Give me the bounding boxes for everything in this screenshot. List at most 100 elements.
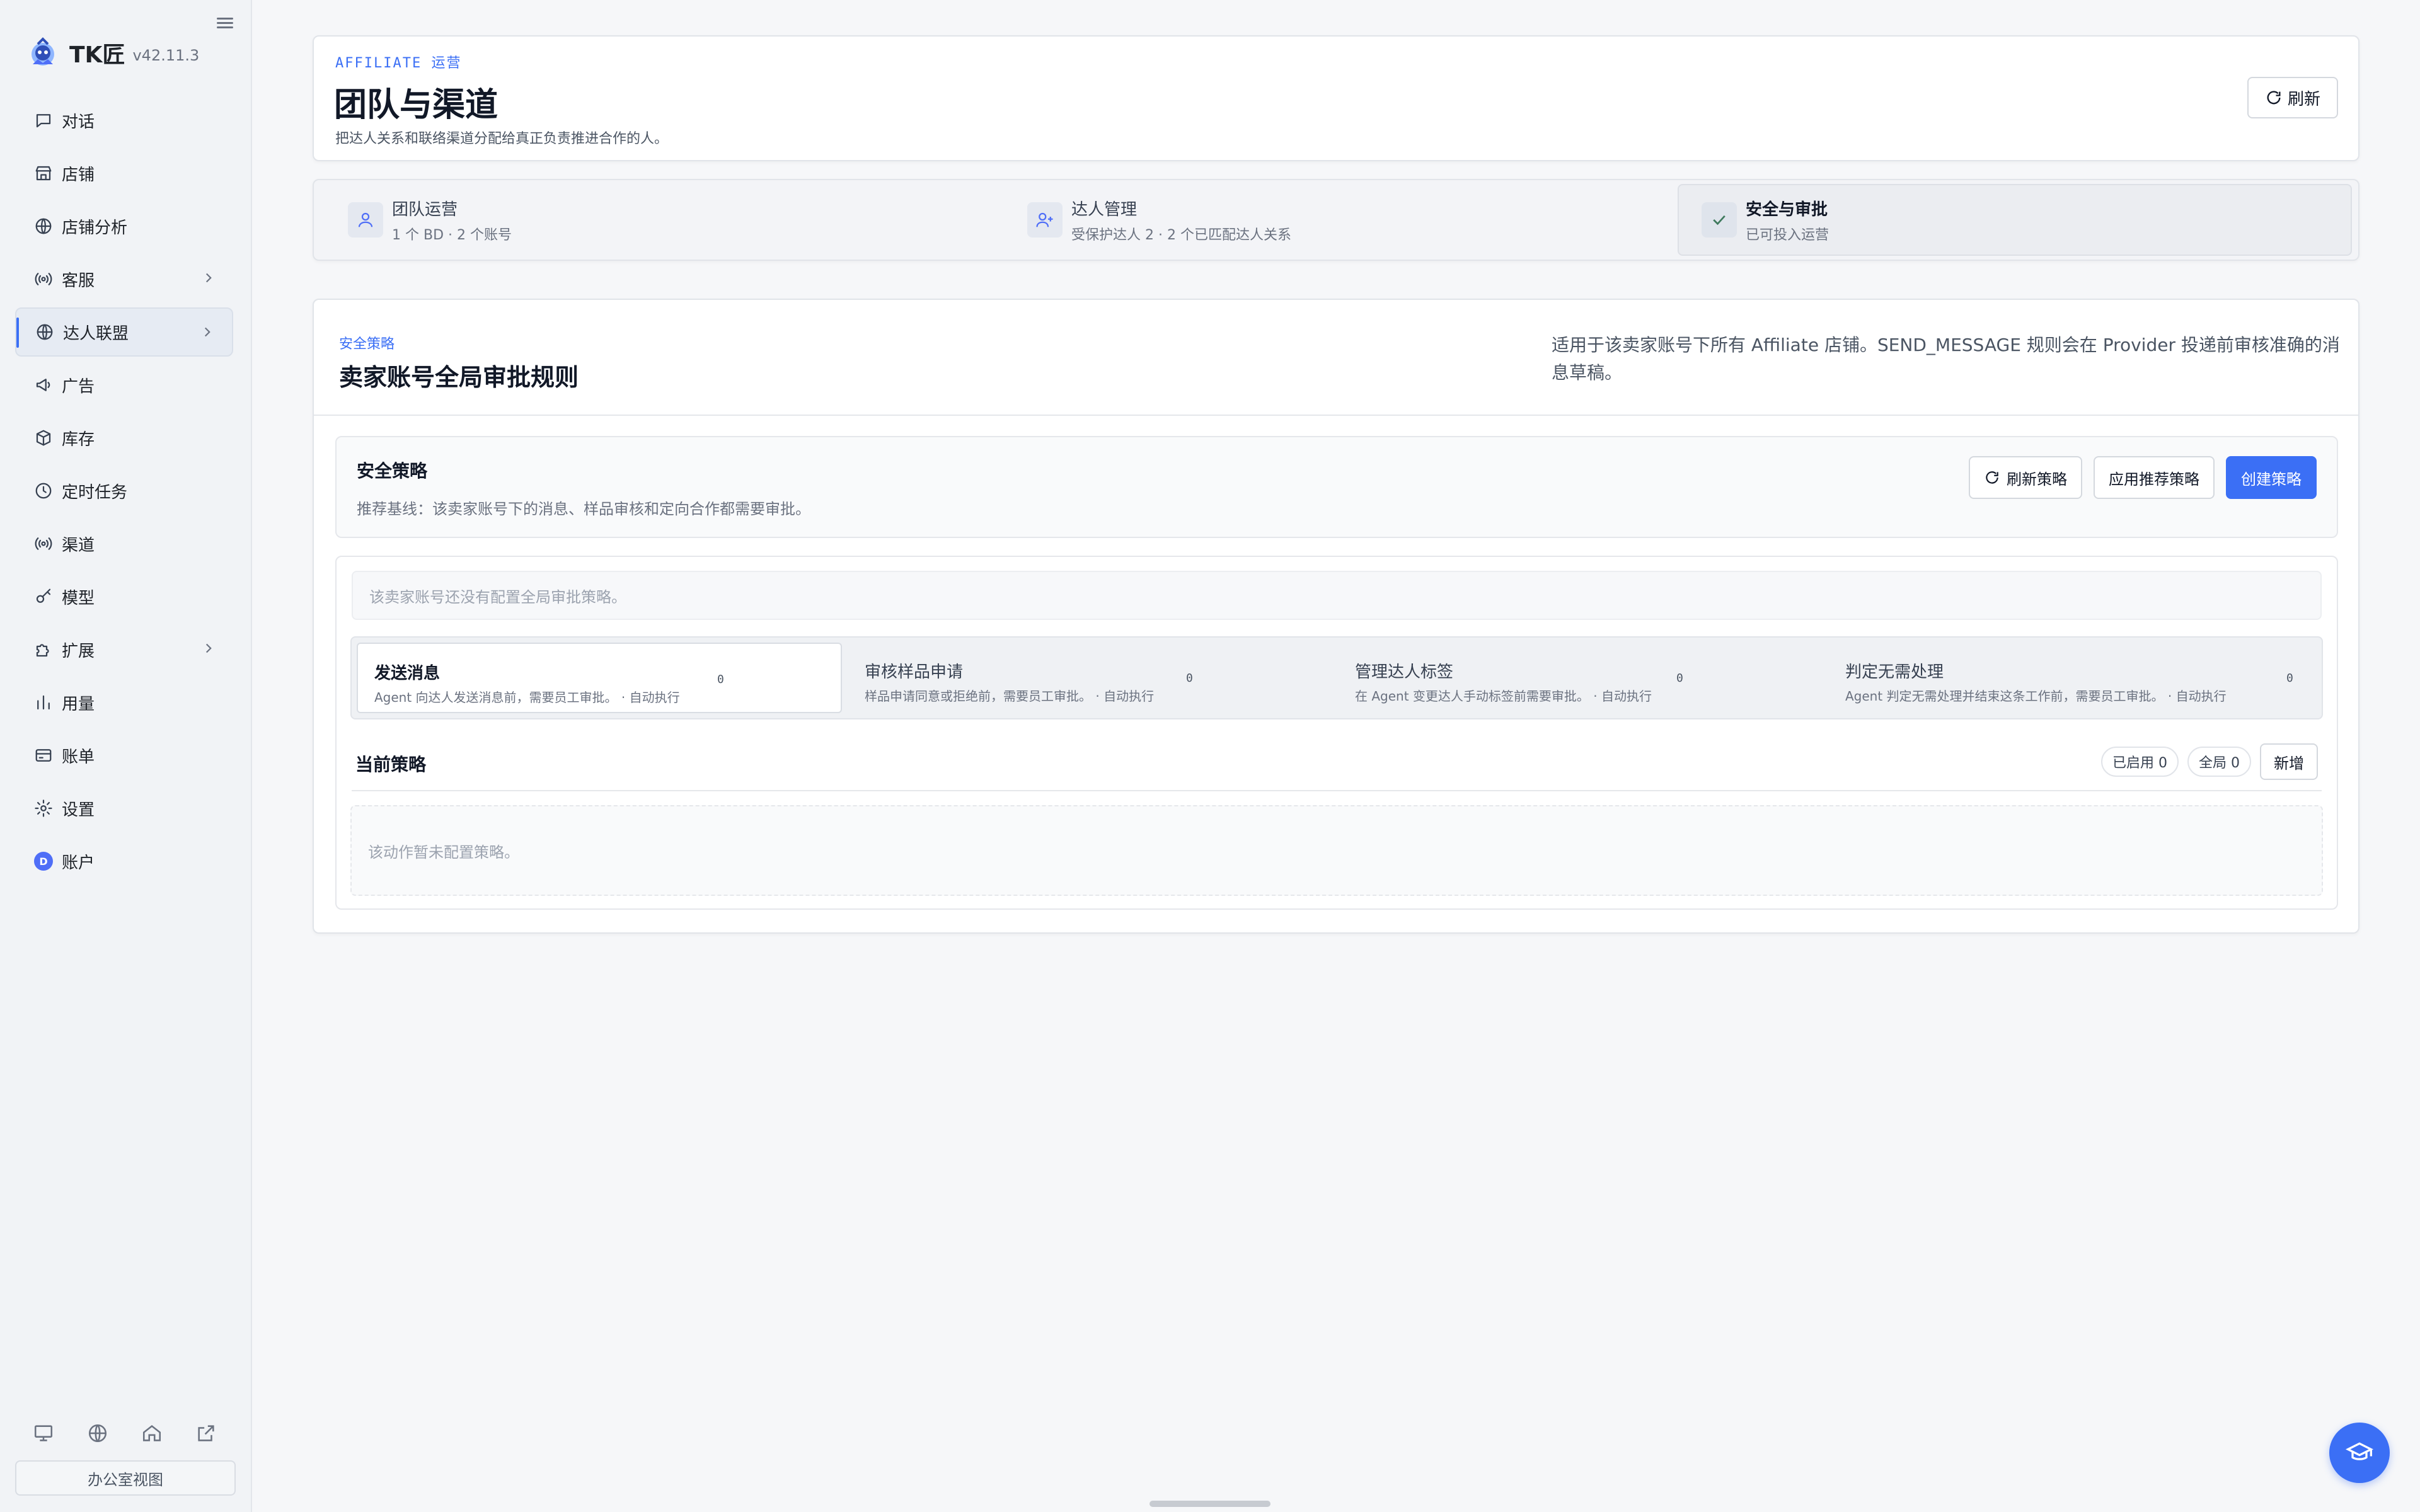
refresh-policy-button[interactable]: 刷新策略 <box>1969 456 2082 499</box>
nav-icon-wrap <box>33 427 54 449</box>
policy-eyebrow: 安全策略 <box>339 336 395 352</box>
clock-icon <box>35 483 52 499</box>
app-window: TK匠 v42.11.3 对话店铺店铺分析客服达人联盟广告库存定时任务渠道模型扩… <box>0 0 2420 1512</box>
sidebar-item-12[interactable]: 账单 <box>15 731 233 780</box>
enabled-count-badge: 已启用 0 <box>2101 747 2179 777</box>
current-policy-controls: 已启用 0 全局 0 新增 <box>2101 743 2318 780</box>
sidebar-item-label: 达人联盟 <box>63 324 129 343</box>
action-count: 0 <box>2286 672 2293 685</box>
step-creator-management[interactable]: 达人管理 受保护达人 2 · 2 个已匹配达人关系 <box>1005 184 1679 256</box>
page-eyebrow: AFFILIATE 运营 <box>335 55 462 71</box>
home-icon[interactable] <box>141 1423 163 1444</box>
action-description: Agent 判定无需处理并结束这条工作前，需要员工审批。 · 自动执行 <box>1845 689 2227 704</box>
section-actions: 刷新策略 应用推荐策略 创建策略 <box>1969 456 2317 499</box>
sidebar-item-label: 设置 <box>62 800 95 820</box>
nav-icon-wrap <box>33 586 54 607</box>
policy-panel: 安全策略 卖家账号全局审批规则 适用于该卖家账号下所有 Affiliate 店铺… <box>313 299 2360 934</box>
section-subtitle: 推荐基线：该卖家账号下的消息、样品审核和定向合作都需要审批。 <box>357 500 810 518</box>
nav-icon-wrap <box>33 798 54 819</box>
refresh-icon <box>2267 91 2281 105</box>
action-title: 管理达人标签 <box>1355 663 1454 682</box>
sidebar-item-label: 对话 <box>62 112 95 132</box>
action-tab-manage-tags[interactable]: 管理达人标签 在 Agent 变更达人手动标签前需要审批。 · 自动执行 0 <box>1339 643 1824 713</box>
horizontal-scrollbar[interactable] <box>1150 1501 1270 1507</box>
check-icon <box>1702 202 1737 238</box>
nav-icon-wrap <box>33 374 54 396</box>
box-icon <box>36 430 51 446</box>
sidebar-item-1[interactable]: 店铺 <box>15 149 233 198</box>
sidebar-item-10[interactable]: 扩展 <box>15 625 233 674</box>
broadcast-icon <box>35 273 52 285</box>
sidebar-item-label: 广告 <box>62 377 95 396</box>
chevron-right-icon <box>205 643 212 653</box>
action-tab-review-sample[interactable]: 审核样品申请 样品申请同意或拒绝前，需要员工审批。 · 自动执行 0 <box>848 643 1334 713</box>
sidebar-collapse-icon[interactable] <box>217 15 233 32</box>
create-policy-button[interactable]: 创建策略 <box>2226 456 2317 499</box>
sidebar-item-2[interactable]: 店铺分析 <box>15 202 233 251</box>
external-link-icon[interactable] <box>195 1423 217 1444</box>
nav-icon-wrap <box>34 321 55 343</box>
action-tab-send-message[interactable]: 发送消息 Agent 向达人发送消息前，需要员工审批。 · 自动执行 0 <box>357 643 842 713</box>
sidebar-item-label: 用量 <box>62 694 95 714</box>
divider <box>352 790 2322 791</box>
add-policy-button[interactable]: 新增 <box>2260 743 2318 780</box>
policy-title: 卖家账号全局审批规则 <box>339 364 579 391</box>
step-subtitle: 受保护达人 2 · 2 个已匹配达人关系 <box>1071 227 1291 243</box>
step-title: 安全与审批 <box>1746 200 1828 219</box>
sidebar: TK匠 v42.11.3 对话店铺店铺分析客服达人联盟广告库存定时任务渠道模型扩… <box>0 0 252 1512</box>
action-count: 0 <box>717 673 724 686</box>
page-subtitle: 把达人关系和联络渠道分配给真正负责推进合作的人。 <box>335 131 669 147</box>
current-policy-title: 当前策略 <box>355 754 427 775</box>
brand-version: v42.11.3 <box>132 47 200 64</box>
sidebar-item-label: 定时任务 <box>62 483 128 502</box>
sidebar-item-11[interactable]: 用量 <box>15 678 233 727</box>
empty-global-notice: 该卖家账号还没有配置全局审批策略。 <box>352 571 2322 620</box>
sidebar-item-4[interactable]: 达人联盟 <box>15 307 233 357</box>
policy-editor: 该卖家账号还没有配置全局审批策略。 发送消息 Agent 向达人发送消息前，需要… <box>335 556 2338 910</box>
refresh-button-label: 刷新 <box>2287 89 2320 109</box>
sidebar-item-9[interactable]: 模型 <box>15 572 233 621</box>
sidebar-item-label: 扩展 <box>62 641 95 661</box>
store-icon <box>35 166 52 181</box>
sidebar-item-label: 店铺分析 <box>62 218 128 238</box>
action-description: 在 Agent 变更达人手动标签前需要审批。 · 自动执行 <box>1355 689 1652 704</box>
monitor-icon[interactable] <box>33 1423 54 1444</box>
nav-icon-wrap <box>33 533 54 554</box>
office-view-button[interactable]: 办公室视图 <box>15 1460 236 1496</box>
avatar: D <box>34 852 53 871</box>
chevron-right-icon <box>204 327 210 337</box>
bar-chart-icon <box>37 695 50 710</box>
page-title: 团队与渠道 <box>334 86 498 124</box>
globe-icon[interactable] <box>87 1423 108 1444</box>
apply-recommended-button[interactable]: 应用推荐策略 <box>2094 456 2215 499</box>
sidebar-item-label: 库存 <box>62 430 95 449</box>
sidebar-item-0[interactable]: 对话 <box>15 96 233 145</box>
brand-logo-icon <box>32 37 54 66</box>
nav-icon-wrap <box>33 110 54 131</box>
brand[interactable]: TK匠 v42.11.3 <box>25 34 199 72</box>
sidebar-item-13[interactable]: 设置 <box>15 784 233 833</box>
chat-icon <box>36 114 51 128</box>
sidebar-item-8[interactable]: 渠道 <box>15 519 233 568</box>
megaphone-icon <box>36 379 50 391</box>
refresh-button[interactable]: 刷新 <box>2247 77 2338 118</box>
broadcast-icon <box>35 537 52 550</box>
nav-icon-wrap <box>33 639 54 660</box>
action-description: 样品申请同意或拒绝前，需要员工审批。 · 自动执行 <box>865 689 1155 704</box>
empty-current-policy: 该动作暂未配置策略。 <box>350 805 2323 896</box>
sidebar-item-5[interactable]: 广告 <box>15 360 233 410</box>
action-count: 0 <box>1186 672 1193 685</box>
sidebar-item-7[interactable]: 定时任务 <box>15 466 233 515</box>
sidebar-item-14[interactable]: D 账户 <box>15 837 233 886</box>
sidebar-item-3[interactable]: 客服 <box>15 255 233 304</box>
sidebar-item-6[interactable]: 库存 <box>15 413 233 462</box>
sidebar-item-label: 模型 <box>62 588 95 608</box>
nav-icon-wrap <box>33 215 54 237</box>
help-graduation-cap-icon[interactable] <box>2329 1423 2390 1483</box>
action-tab-no-action-needed[interactable]: 判定无需处理 Agent 判定无需处理并结束这条工作前，需要员工审批。 · 自动… <box>1829 643 2314 713</box>
puzzle-icon <box>36 644 49 657</box>
step-subtitle: 1 个 BD · 2 个账号 <box>392 227 512 243</box>
action-title: 发送消息 <box>374 664 441 683</box>
step-security-approval[interactable]: 安全与审批 已可投入运营 <box>1678 184 2352 256</box>
step-team-ops[interactable]: 团队运营 1 个 BD · 2 个账号 <box>325 184 1000 256</box>
